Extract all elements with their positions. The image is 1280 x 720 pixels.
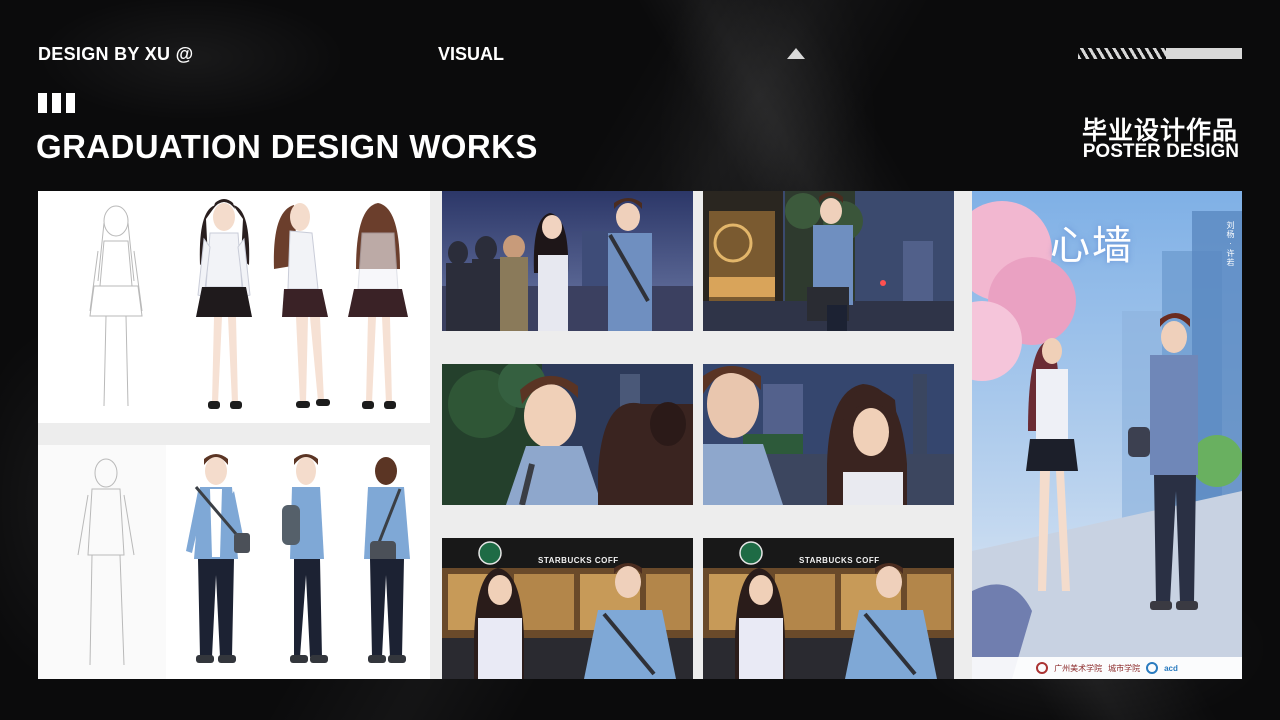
girl-sheet-art xyxy=(38,191,430,423)
scene-3-art xyxy=(442,364,693,505)
scene-1-art xyxy=(442,191,693,331)
boy-character-sheet[interactable] xyxy=(38,445,430,679)
stripe-solid xyxy=(1166,48,1242,59)
scene-crowd-night[interactable] xyxy=(442,191,693,331)
stripe-bar-icon xyxy=(1078,48,1242,59)
bar xyxy=(38,93,47,113)
poster-design-subtitle: POSTER DESIGN xyxy=(1082,141,1239,162)
coffee-store-sign: STARBUCKS COFF xyxy=(538,556,619,565)
stripe-hatch xyxy=(1078,48,1166,59)
poster-footer-acd: acd xyxy=(1164,663,1178,673)
gallery: STARBUCKS COFF STARBUCKS COFF 心墙 刘杨 · 许若… xyxy=(38,191,1242,679)
school-logo-icon xyxy=(1036,662,1049,674)
section-label: VISUAL xyxy=(438,44,505,64)
poster-footer-dept: 城市学院 xyxy=(1108,663,1141,673)
scene-coffee-store-alt[interactable]: STARBUCKS COFF xyxy=(703,538,954,679)
scene-girl-closeup[interactable] xyxy=(703,364,954,505)
bar xyxy=(66,93,75,113)
scene-coffee-store[interactable]: STARBUCKS COFF xyxy=(442,538,693,679)
poster-side-text: 刘杨 · 许若 xyxy=(1226,221,1235,268)
brand-label: DESIGN BY XU @ xyxy=(38,44,194,64)
scene-2-art xyxy=(703,191,954,331)
scene-boy-closeup[interactable] xyxy=(442,364,693,505)
coffee-store-sign: STARBUCKS COFF xyxy=(799,556,880,565)
poster-footer: 广州美术学院 城市学院 acd xyxy=(972,657,1242,679)
page-title: GRADUATION DESIGN WORKS xyxy=(36,128,538,165)
poster-title: 心墙 xyxy=(1050,223,1134,269)
boy-sheet-art xyxy=(38,445,430,679)
bar xyxy=(52,93,61,113)
acd-logo-icon xyxy=(1146,662,1159,674)
scene-boy-storefront[interactable] xyxy=(703,191,954,331)
poster-footer-school: 广州美术学院 xyxy=(1054,663,1103,673)
scene-4-art xyxy=(703,364,954,505)
triangle-up-icon xyxy=(787,48,805,59)
movie-poster[interactable]: 心墙 刘杨 · 许若 广州美术学院 城市学院 acd xyxy=(972,191,1242,679)
girl-character-sheet[interactable] xyxy=(38,191,430,423)
three-bars-icon xyxy=(38,93,75,113)
